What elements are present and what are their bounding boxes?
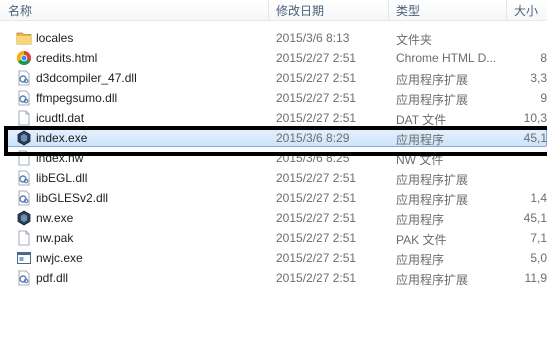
- file-size: 5,0: [530, 251, 547, 265]
- file-type: 应用程序: [396, 253, 445, 267]
- file-name: locales: [36, 31, 74, 45]
- file-name: libGLESv2.dll: [36, 191, 109, 205]
- file-type: Chrome HTML D...: [396, 51, 497, 65]
- column-header-type[interactable]: 类型: [396, 2, 420, 19]
- file-modified-date: 2015/2/27 2:51: [276, 231, 357, 245]
- column-header-name[interactable]: 名称: [8, 2, 32, 19]
- file-type: 应用程序: [396, 213, 445, 227]
- file-name: credits.html: [36, 51, 98, 65]
- file-list: locales 2015/3/6 8:13 文件夹 credits.html 2015/…: [0, 28, 547, 288]
- dll-icon: [16, 90, 32, 106]
- file-name: d3dcompiler_47.dll: [36, 71, 137, 85]
- file-type: 应用程序扩展: [396, 93, 469, 107]
- file-type: 文件夹: [396, 33, 433, 47]
- file-modified-date: 2015/2/27 2:51: [276, 271, 357, 285]
- file-size: 3,3: [530, 71, 547, 85]
- column-divider[interactable]: [388, 0, 389, 20]
- file-row[interactable]: d3dcompiler_47.dll 2015/2/27 2:51 应用程序扩展 3,…: [0, 68, 547, 88]
- dll-icon: [16, 190, 32, 206]
- column-divider[interactable]: [268, 0, 269, 20]
- file-row[interactable]: locales 2015/3/6 8:13 文件夹: [0, 28, 547, 48]
- chrome-icon: [16, 50, 32, 66]
- file-modified-date: 2015/3/6 8:13: [276, 31, 350, 45]
- column-header-size[interactable]: 大小: [514, 2, 538, 19]
- file-row[interactable]: libEGL.dll 2015/2/27 2:51 应用程序扩展: [0, 168, 547, 188]
- file-size: 10,3: [523, 111, 547, 125]
- dll-icon: [16, 270, 32, 286]
- file-icon: [16, 230, 32, 246]
- dll-icon: [16, 170, 32, 186]
- folder-icon: [16, 30, 32, 46]
- file-type: 应用程序扩展: [396, 193, 469, 207]
- file-modified-date: 2015/2/27 2:51: [276, 251, 357, 265]
- file-row[interactable]: libGLESv2.dll 2015/2/27 2:51 应用程序扩展 1,4: [0, 188, 547, 208]
- file-type: PAK 文件: [396, 233, 447, 247]
- file-row[interactable]: icudtl.dat 2015/2/27 2:51 DAT 文件 10,3: [0, 108, 547, 128]
- file-name: pdf.dll: [36, 271, 69, 285]
- file-row[interactable]: nw.exe 2015/2/27 2:51 应用程序 45,1: [0, 208, 547, 228]
- file-row[interactable]: pdf.dll 2015/2/27 2:51 应用程序扩展 11,9: [0, 268, 547, 288]
- file-size: 9: [540, 91, 547, 105]
- file-size: 8: [540, 51, 547, 65]
- file-row[interactable]: nwjc.exe 2015/2/27 2:51 应用程序 5,0: [0, 248, 547, 268]
- file-row[interactable]: ffmpegsumo.dll 2015/2/27 2:51 应用程序扩展 9: [0, 88, 547, 108]
- file-size: 1,4: [530, 191, 547, 205]
- file-modified-date: 2015/2/27 2:51: [276, 171, 357, 185]
- file-size: 7,1: [530, 231, 547, 245]
- dll-icon: [16, 70, 32, 86]
- file-type: 应用程序扩展: [396, 73, 469, 87]
- file-name: nwjc.exe: [36, 251, 83, 265]
- file-modified-date: 2015/2/27 2:51: [276, 51, 357, 65]
- file-row[interactable]: nw.pak 2015/2/27 2:51 PAK 文件 7,1: [0, 228, 547, 248]
- file-name: nw.exe: [36, 211, 74, 225]
- column-header-bar: 名称 修改日期 类型 大小: [0, 0, 547, 21]
- file-modified-date: 2015/2/27 2:51: [276, 71, 357, 85]
- file-name: icudtl.dat: [36, 111, 85, 125]
- column-divider[interactable]: [506, 0, 507, 20]
- file-modified-date: 2015/2/27 2:51: [276, 91, 357, 105]
- file-icon: [16, 110, 32, 126]
- file-name: ffmpegsumo.dll: [36, 91, 118, 105]
- file-type: 应用程序扩展: [396, 273, 469, 287]
- file-modified-date: 2015/2/27 2:51: [276, 211, 357, 225]
- file-size: 11,9: [524, 271, 547, 285]
- file-name: libEGL.dll: [36, 171, 88, 185]
- file-modified-date: 2015/2/27 2:51: [276, 191, 357, 205]
- exe-icon: [16, 210, 32, 226]
- column-header-date[interactable]: 修改日期: [276, 2, 324, 19]
- annotation-highlight-box: [4, 126, 547, 156]
- file-size: 45,1: [523, 211, 547, 225]
- file-row[interactable]: credits.html 2015/2/27 2:51 Chrome HTML D.…: [0, 48, 547, 68]
- file-modified-date: 2015/2/27 2:51: [276, 111, 357, 125]
- app-window-icon: [16, 250, 32, 266]
- file-name: nw.pak: [36, 231, 74, 245]
- file-type: 应用程序扩展: [396, 173, 469, 187]
